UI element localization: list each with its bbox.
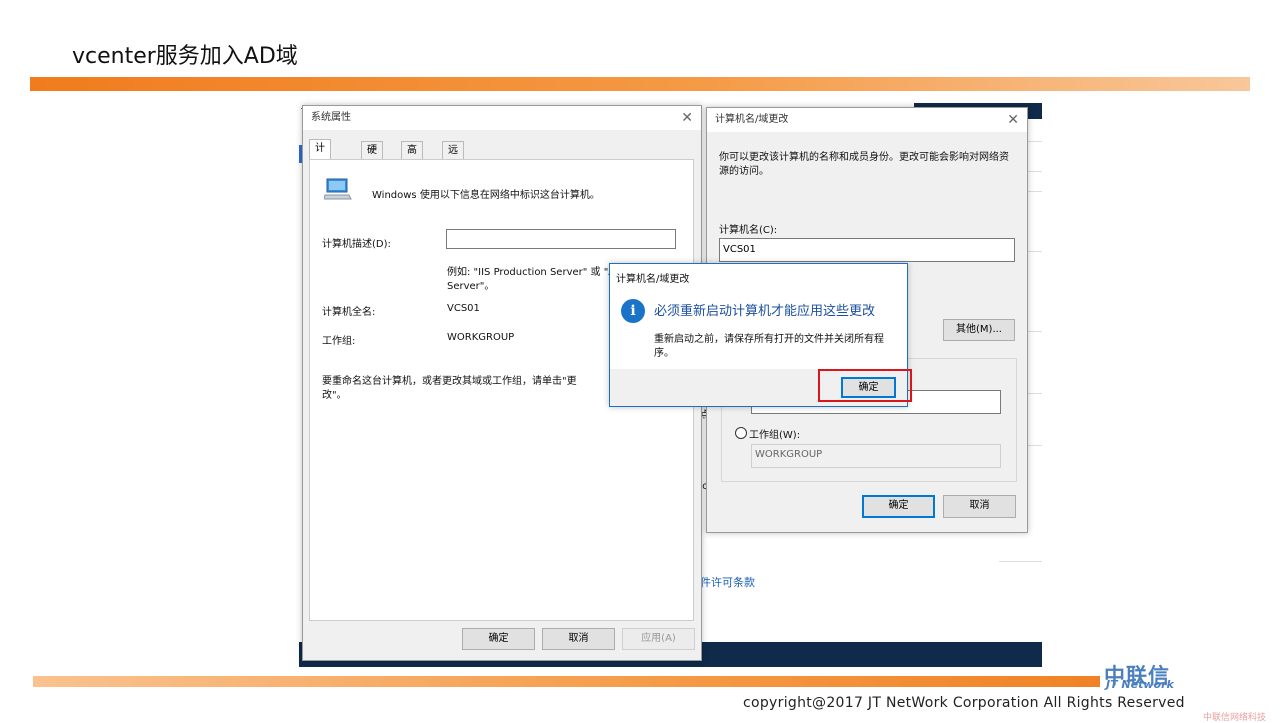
computer-name-dialog-title: 计算机名/域更改 <box>715 114 789 125</box>
info-icon: i <box>621 299 645 323</box>
slide-title: vcenter服务加入AD域 <box>72 44 298 69</box>
watermark-text: 中联信网络科技 <box>1203 713 1267 723</box>
computer-name-input[interactable]: VCS01 <box>719 238 1015 262</box>
ok-button[interactable]: 确定 <box>462 628 535 650</box>
tab-remote[interactable]: 远程 <box>442 141 464 173</box>
workgroup-label: 工作组: <box>322 336 356 347</box>
rename-instruction-line1: 要重命名这台计算机，或者更改其域或工作组，请单击"更 <box>322 376 577 387</box>
full-name-label: 计算机全名: <box>322 307 376 318</box>
intro-text-line2: 源的访问。 <box>719 166 769 177</box>
full-name-value: VCS01 <box>447 303 480 314</box>
computer-desc-label: 计算机描述(D): <box>322 239 391 250</box>
close-icon[interactable]: ✕ <box>1007 108 1019 132</box>
rename-instruction-line2: 改"。 <box>322 390 347 401</box>
restart-message-line1: 重新启动之前，请保存所有打开的文件并关闭所有程 <box>654 334 884 345</box>
workgroup-radio[interactable] <box>735 427 747 439</box>
bottom-accent-bar <box>33 676 1100 687</box>
company-logo-subtitle: JT Network <box>1106 678 1174 691</box>
cancel-button[interactable]: 取消 <box>542 628 615 650</box>
identification-description: Windows 使用以下信息在网络中标识这台计算机。 <box>372 190 600 201</box>
tab-hardware[interactable]: 硬件 <box>361 141 383 173</box>
tab-advanced[interactable]: 高级 <box>401 141 423 173</box>
system-properties-title: 系统属性 <box>311 112 351 123</box>
example-text-line2: Server"。 <box>447 281 495 292</box>
license-terms-link[interactable]: 件许可条款 <box>700 574 755 590</box>
workgroup-radio-label: 工作组(W): <box>749 430 801 441</box>
computer-name-label: 计算机名(C): <box>719 225 778 236</box>
top-accent-bar <box>30 77 1250 91</box>
ok-button[interactable]: 确定 <box>862 495 935 518</box>
close-icon[interactable]: ✕ <box>681 106 693 130</box>
restart-dialog-title: 计算机名/域更改 <box>616 274 690 285</box>
workgroup-value: WORKGROUP <box>447 332 515 343</box>
system-properties-titlebar: 系统属性 ✕ <box>303 106 701 130</box>
intro-text-line1: 你可以更改该计算机的名称和成员身份。更改可能会影响对网络资 <box>719 152 1009 163</box>
tab-computer-name[interactable]: 计算机名 <box>309 139 331 205</box>
workgroup-input[interactable]: WORKGROUP <box>751 444 1001 468</box>
ok-button-highlight-box <box>818 369 912 402</box>
restart-message-line2: 序。 <box>654 348 674 359</box>
copyright-text: copyright@2017 JT NetWork Corporation Al… <box>743 695 1185 711</box>
restart-heading: 必须重新启动计算机才能应用这些更改 <box>654 304 876 319</box>
cancel-button[interactable]: 取消 <box>943 495 1016 518</box>
computer-icon <box>324 178 352 200</box>
computer-desc-input[interactable] <box>446 229 676 249</box>
computer-name-titlebar: 计算机名/域更改 ✕ <box>707 108 1027 132</box>
more-button[interactable]: 其他(M)... <box>943 319 1015 341</box>
apply-button[interactable]: 应用(A) <box>622 628 695 650</box>
